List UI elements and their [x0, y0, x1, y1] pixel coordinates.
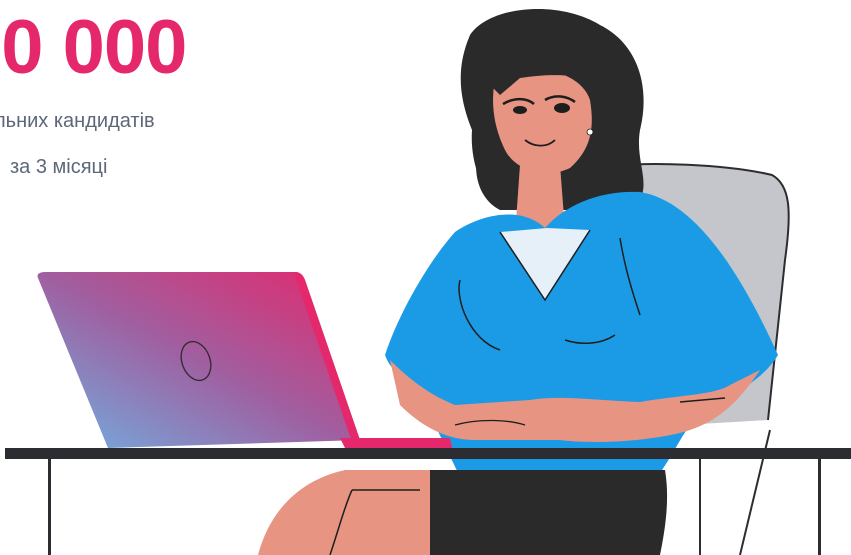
woman-at-laptop-illustration [5, 8, 851, 555]
legs [258, 470, 668, 555]
